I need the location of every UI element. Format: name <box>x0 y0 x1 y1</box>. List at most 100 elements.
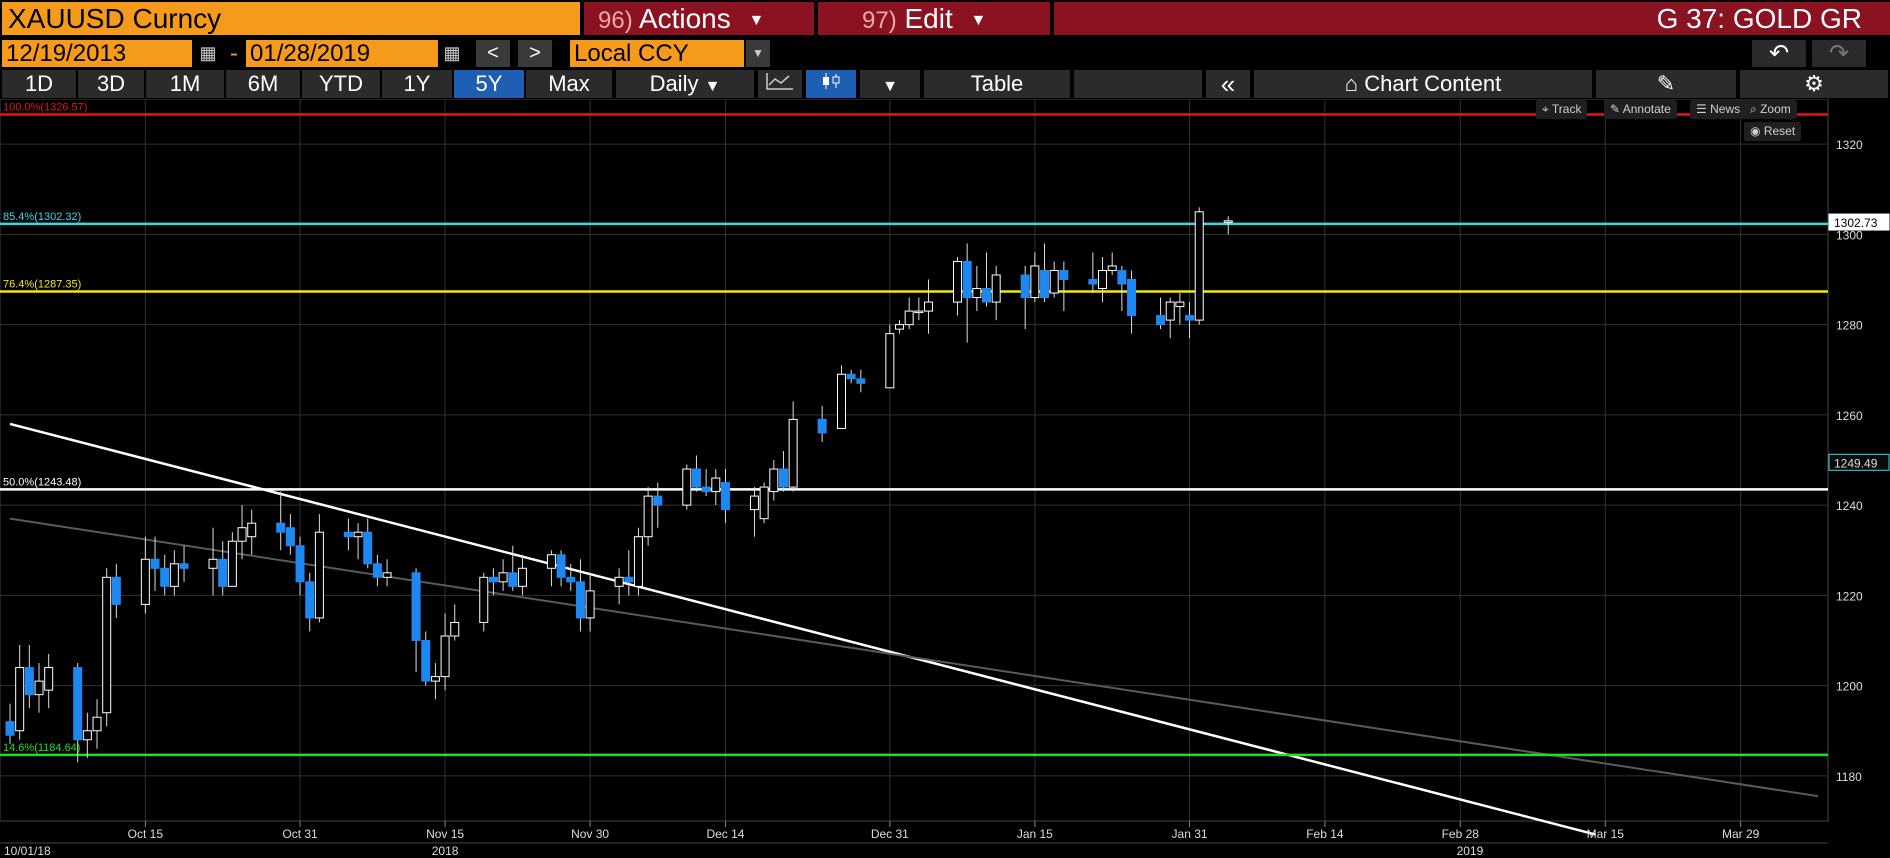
line-chart-icon[interactable] <box>758 70 802 98</box>
candle-body <box>778 468 788 488</box>
y-tick-label: 1280 <box>1836 319 1863 333</box>
candle-body <box>363 531 373 565</box>
candle-body <box>962 260 972 299</box>
candle-body <box>440 635 450 678</box>
period-3d-button[interactable]: 3D <box>78 70 144 98</box>
candle-body <box>1088 279 1098 285</box>
table-button[interactable]: Table <box>924 70 1070 98</box>
candle-body <box>179 563 189 569</box>
chart-content-icon: ⌂ <box>1344 71 1359 96</box>
candle-body <box>817 418 827 434</box>
candle <box>479 572 489 632</box>
news-label: News <box>1710 102 1741 116</box>
reset-button[interactable]: ◉ Reset <box>1744 122 1802 141</box>
candle-body <box>1185 315 1195 321</box>
candle-body <box>653 495 663 506</box>
gear-icon[interactable]: ⚙ <box>1740 70 1888 98</box>
period-1d-button[interactable]: 1D <box>2 70 76 98</box>
candle-body <box>720 482 730 511</box>
period-5y-button[interactable]: 5Y <box>454 70 524 98</box>
next-period-button[interactable]: > <box>518 40 552 67</box>
chevron-down-icon[interactable]: ▼ <box>746 40 770 67</box>
date-separator: - <box>230 40 238 67</box>
candle-body <box>218 558 228 587</box>
candle-body <box>5 721 15 736</box>
redo-icon[interactable]: ↷ <box>1812 40 1866 67</box>
frequency-dropdown[interactable]: Daily ▼ <box>616 70 754 98</box>
x-tick-label: Mar 15 <box>1587 827 1625 841</box>
collapse-panel-button[interactable]: « <box>1206 70 1250 98</box>
candle-body <box>498 572 508 583</box>
pencil-icon: ✎ <box>1610 102 1621 116</box>
candle-body <box>682 468 692 506</box>
actions-menu-label: Actions <box>638 3 731 34</box>
candle-body <box>1117 269 1127 285</box>
page-title: G 37: GOLD GR <box>1054 2 1890 35</box>
chart-content-button[interactable]: ⌂ Chart Content <box>1254 70 1592 98</box>
period-1m-button[interactable]: 1M <box>146 70 224 98</box>
calendar-icon[interactable]: ▦ <box>440 40 464 67</box>
price-chart[interactable]: 100.0%(1326.57) 85.4%(1302.32) 76.4%(1287.… <box>0 99 1890 858</box>
fib-level-label: 50.0%(1243.48) <box>3 476 81 488</box>
track-button[interactable]: ⌖ Track <box>1536 100 1588 119</box>
y-tick-label: 1180 <box>1836 770 1862 784</box>
news-button[interactable]: ☰ News <box>1690 100 1747 119</box>
candle-body <box>711 477 721 493</box>
candle-body <box>140 558 150 605</box>
candle-body <box>1165 301 1175 321</box>
previous-period-button[interactable]: < <box>476 40 510 67</box>
candlestick-chart-icon[interactable] <box>806 70 856 98</box>
candle <box>682 464 692 510</box>
chevron-down-icon: ▼ <box>882 78 898 95</box>
candle <box>643 487 653 546</box>
chevron-down-icon: ▼ <box>970 12 987 30</box>
candle-body <box>343 531 353 538</box>
candle-body <box>546 554 556 569</box>
candle-body <box>314 531 324 619</box>
candle-body <box>624 576 634 583</box>
x-tick-label: Oct 31 <box>282 827 318 841</box>
x-tick-label: Jan 15 <box>1017 827 1053 841</box>
candle <box>836 365 846 429</box>
candle-body <box>691 468 701 488</box>
candle-body <box>73 667 83 741</box>
actions-menu[interactable]: 96) Actions ▼ <box>584 2 814 35</box>
candle-body <box>749 495 759 511</box>
candle-body <box>15 667 25 732</box>
candle-body <box>421 640 431 682</box>
zoom-label: Zoom <box>1760 102 1791 116</box>
edit-menu[interactable]: 97) Edit ▼ <box>818 2 1050 35</box>
start-date-field[interactable]: 12/19/2013 <box>2 40 192 67</box>
period-6m-button[interactable]: 6M <box>226 70 300 98</box>
period-ytd-button[interactable]: YTD <box>302 70 380 98</box>
chart-type-dropdown[interactable]: ▼ <box>860 70 920 98</box>
plot-area <box>0 99 1829 822</box>
y-tick-label: 1220 <box>1836 589 1863 603</box>
candle-body <box>769 468 779 493</box>
x-tick-label: Jan 31 <box>1172 827 1208 841</box>
toolbar-spacer <box>1074 70 1202 98</box>
candle-body <box>846 373 856 380</box>
price-label: 1302.73 <box>1834 216 1878 230</box>
currency-field[interactable]: Local CCY <box>570 40 744 67</box>
candle-body <box>904 310 914 326</box>
candle <box>102 568 112 727</box>
candle-body <box>92 716 102 732</box>
candle-body <box>150 558 160 569</box>
security-ticker[interactable]: XAUUSD Curncy <box>2 2 580 35</box>
end-date-field[interactable]: 01/28/2019 <box>246 40 438 67</box>
zoom-button[interactable]: ⌕ Zoom <box>1744 100 1797 119</box>
drawing-tools-icon[interactable]: ✎ <box>1596 70 1736 98</box>
candle-body <box>759 486 769 520</box>
period-max-button[interactable]: Max <box>526 70 612 98</box>
candle-body <box>24 667 34 696</box>
candle-body <box>633 536 643 587</box>
period-1y-button[interactable]: 1Y <box>382 70 452 98</box>
calendar-icon[interactable]: ▦ <box>196 40 220 67</box>
undo-icon[interactable]: ↶ <box>1752 40 1806 67</box>
annotate-button[interactable]: ✎ Annotate <box>1604 100 1677 119</box>
candle-body <box>924 301 934 312</box>
candle-body <box>285 527 295 547</box>
x-tick-label: Feb 14 <box>1306 827 1344 841</box>
chart-content-label: Chart Content <box>1364 71 1502 96</box>
